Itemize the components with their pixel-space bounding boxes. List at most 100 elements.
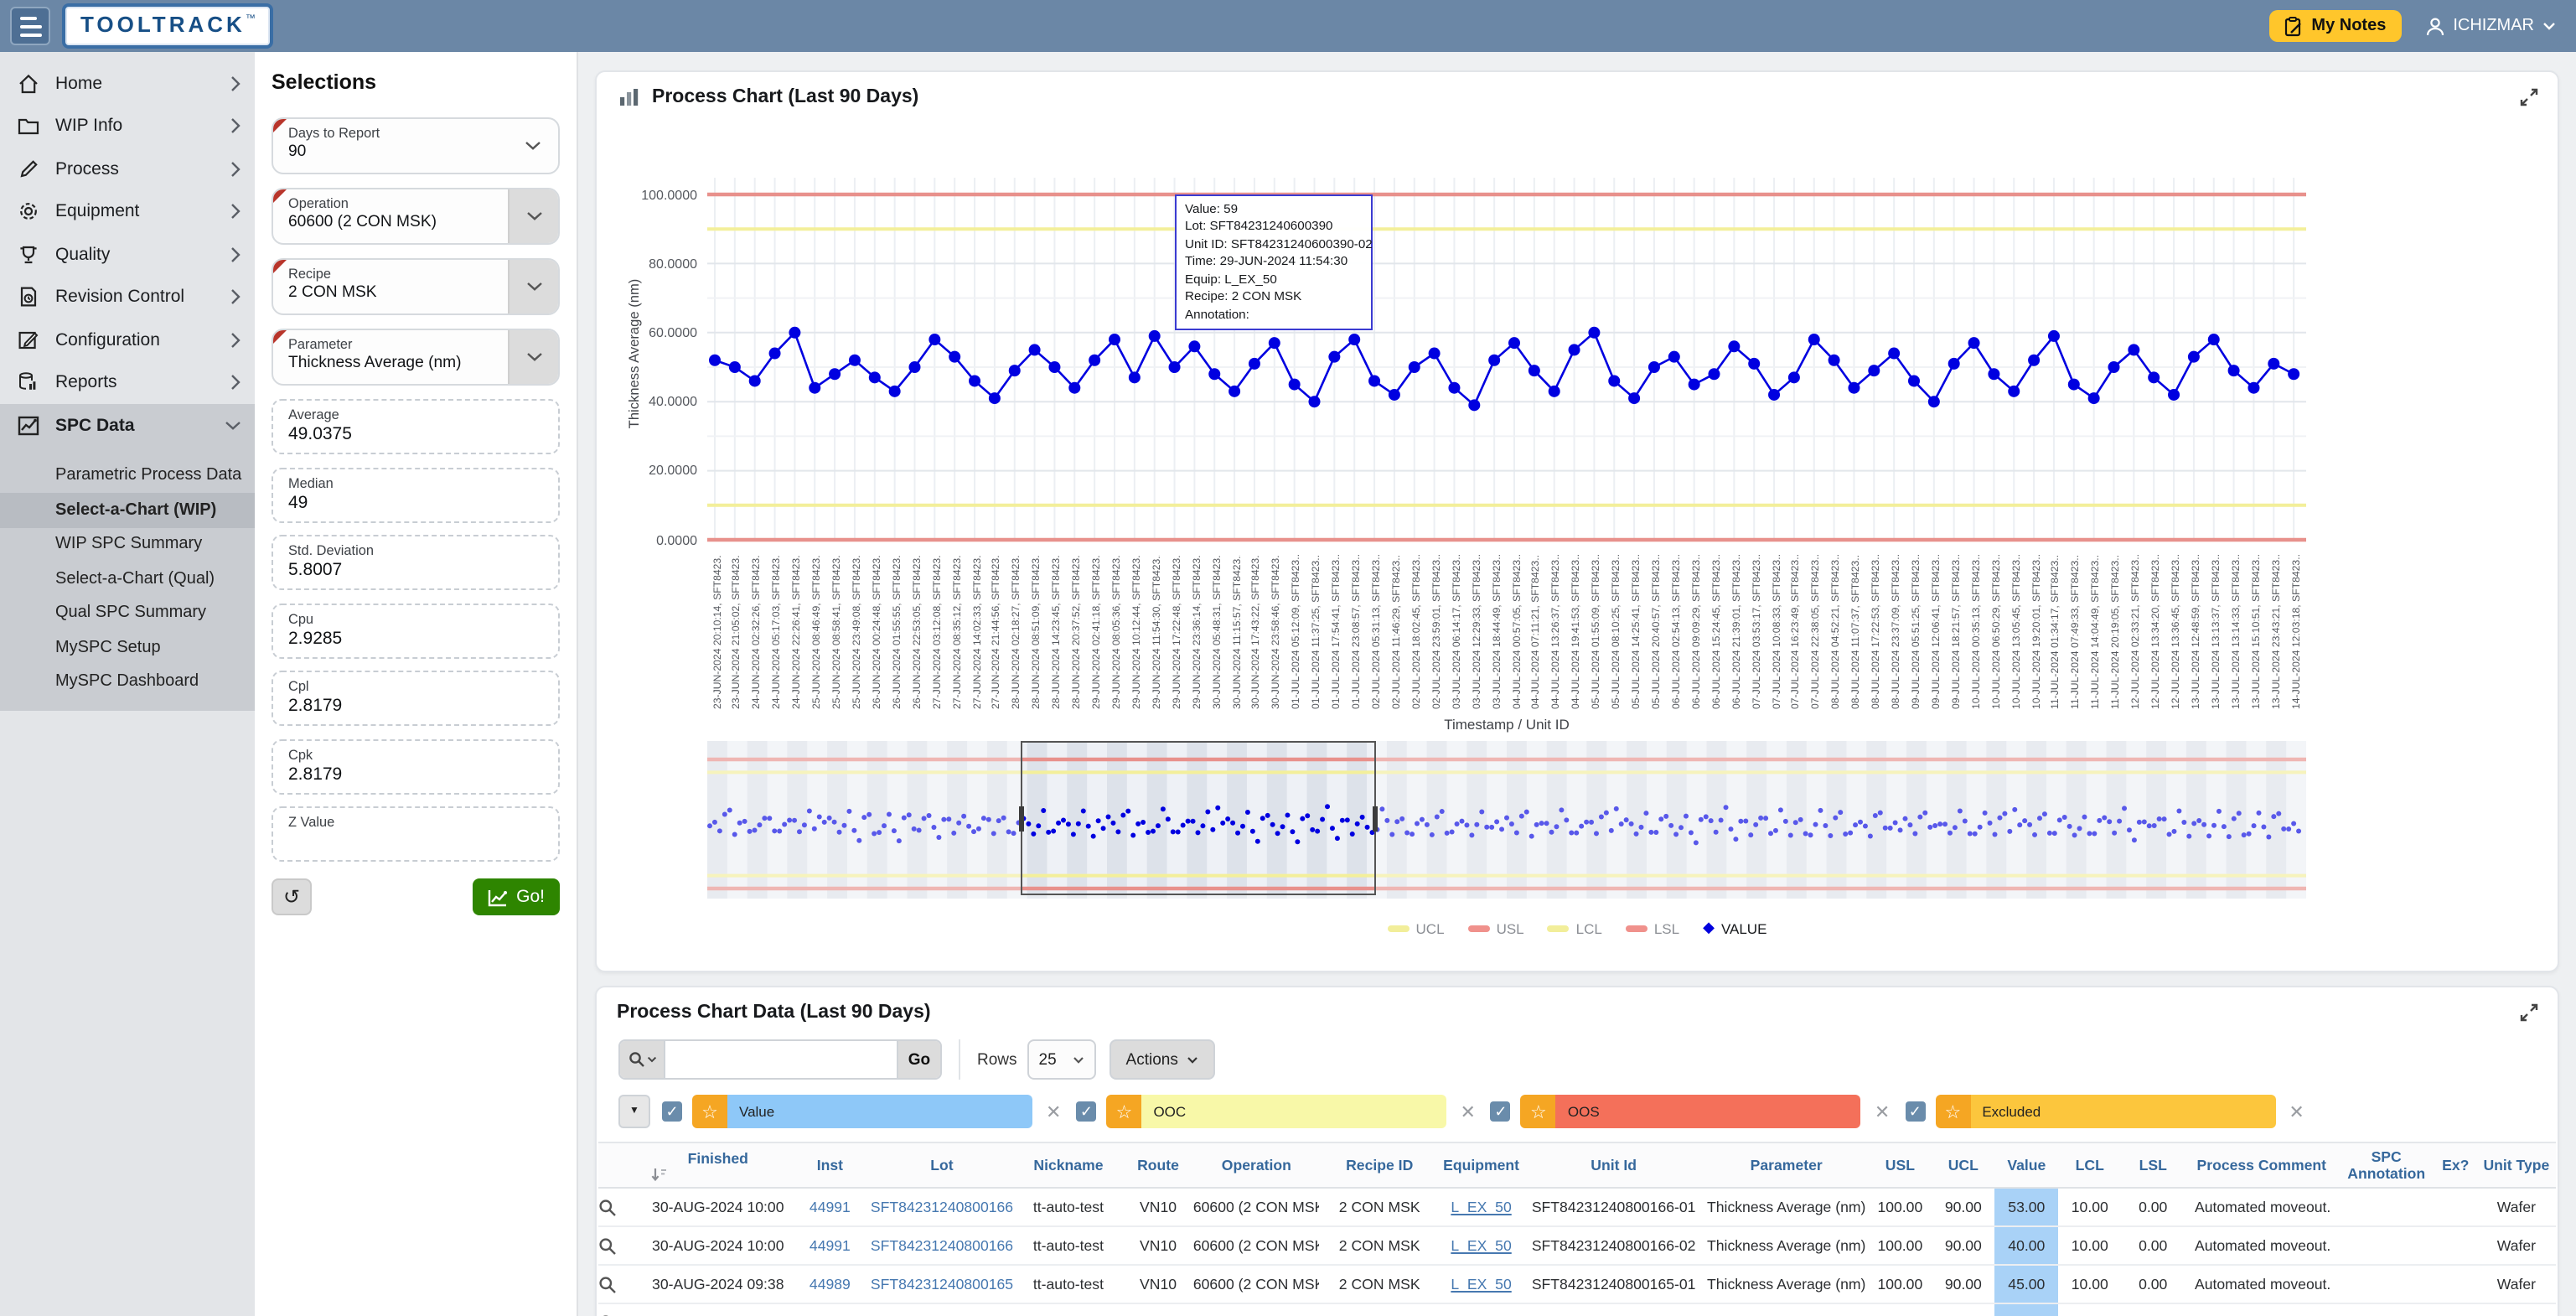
- legend-item-lcl[interactable]: LCL: [1548, 920, 1602, 936]
- spc-chart-plot[interactable]: [707, 161, 2306, 550]
- column-header-nickname[interactable]: Nickname: [1014, 1142, 1124, 1188]
- cell-equipment[interactable]: L_EX_50: [1440, 1265, 1523, 1303]
- filters-menu-button[interactable]: ▼: [618, 1095, 650, 1128]
- sidebar-item-wip-spc-summary[interactable]: WIP SPC Summary: [0, 527, 255, 562]
- sidebar-item-select-a-chart-wip[interactable]: Select-a-Chart (WIP): [0, 493, 255, 527]
- cell-lot[interactable]: SFT84231240800166: [870, 1226, 1013, 1265]
- column-header-lcl[interactable]: LCL: [2058, 1142, 2121, 1188]
- filter-checkbox-value[interactable]: ✓: [662, 1101, 682, 1122]
- hamburger-menu-icon[interactable]: [10, 7, 50, 45]
- column-header-spc-annotation[interactable]: SPC Annotation: [2339, 1142, 2434, 1188]
- row-detail-button[interactable]: [598, 1188, 646, 1226]
- chart-navigator[interactable]: [707, 741, 2306, 899]
- line-swatch-icon: [1468, 925, 1490, 931]
- legend-item-usl[interactable]: USL: [1468, 920, 1524, 936]
- column-header-inst[interactable]: Inst: [789, 1142, 870, 1188]
- column-header-search[interactable]: [598, 1142, 646, 1188]
- row-detail-button[interactable]: [598, 1226, 646, 1265]
- filter-chip-excluded[interactable]: ☆Excluded: [1935, 1095, 2275, 1128]
- legend-item-value[interactable]: ◆VALUE: [1703, 919, 1766, 937]
- column-header-usl[interactable]: USL: [1869, 1142, 1932, 1188]
- chevron-down-icon: [525, 352, 542, 362]
- column-header-value[interactable]: Value: [1995, 1142, 2058, 1188]
- column-header-ex[interactable]: Ex?: [2434, 1142, 2477, 1188]
- cell-equipment[interactable]: L_EX_50: [1440, 1226, 1523, 1265]
- remove-filter-icon[interactable]: ✕: [2285, 1101, 2307, 1122]
- column-header-process-comment[interactable]: Process Comment: [2185, 1142, 2339, 1188]
- rows-per-page-select[interactable]: 25: [1027, 1039, 1096, 1080]
- cell-lot[interactable]: SFT84231240800165: [870, 1303, 1013, 1316]
- cell-lot[interactable]: SFT84231240800166: [870, 1188, 1013, 1226]
- days-to-report-dropdown[interactable]: Days to Report90: [272, 117, 560, 174]
- expand-chart-icon[interactable]: [2519, 87, 2539, 107]
- search-options-button[interactable]: [620, 1041, 665, 1078]
- filter-chip-value[interactable]: ☆Value: [692, 1095, 1032, 1128]
- sidebar-item-revision-control[interactable]: Revision Control: [0, 276, 255, 319]
- reset-button[interactable]: ↺: [272, 878, 312, 915]
- remove-filter-icon[interactable]: ✕: [1042, 1101, 1064, 1122]
- navigator-selection-window[interactable]: [1021, 741, 1376, 895]
- legend-item-ucl[interactable]: UCL: [1388, 920, 1445, 936]
- sidebar-item-equipment[interactable]: Equipment: [0, 190, 255, 233]
- filter-checkbox-excluded[interactable]: ✓: [1905, 1101, 1925, 1122]
- sidebar-item-home[interactable]: Home: [0, 62, 255, 105]
- row-detail-button[interactable]: [598, 1265, 646, 1303]
- search-go-button[interactable]: Go: [897, 1041, 940, 1078]
- row-search-icon[interactable]: [598, 1236, 617, 1255]
- row-detail-button[interactable]: [598, 1303, 646, 1316]
- cell-finished: 30-AUG-2024 10:00: [646, 1226, 789, 1265]
- legend-item-lsl[interactable]: LSL: [1626, 920, 1679, 936]
- cell-route: VN10: [1123, 1303, 1193, 1316]
- column-header-equipment[interactable]: Equipment: [1440, 1142, 1523, 1188]
- actions-button[interactable]: Actions: [1110, 1039, 1215, 1080]
- expand-table-icon[interactable]: [2519, 1003, 2539, 1023]
- filter-chip-oos[interactable]: ☆OOS: [1521, 1095, 1861, 1128]
- column-header-unit-type[interactable]: Unit Type: [2477, 1142, 2556, 1188]
- column-header-route[interactable]: Route: [1123, 1142, 1193, 1188]
- filter-chip-ooc[interactable]: ☆OOC: [1106, 1095, 1446, 1128]
- cell-equipment[interactable]: L_EX_50: [1440, 1188, 1523, 1226]
- column-header-unit-id[interactable]: Unit Id: [1523, 1142, 1704, 1188]
- column-header-lsl[interactable]: LSL: [2122, 1142, 2185, 1188]
- cell-ex: [2434, 1188, 2477, 1226]
- row-search-icon[interactable]: [598, 1275, 617, 1293]
- sidebar-item-quality[interactable]: Quality: [0, 233, 255, 276]
- sidebar-item-select-a-chart-qual[interactable]: Select-a-Chart (Qual): [0, 562, 255, 596]
- sidebar-item-myspc-dashboard[interactable]: MySPC Dashboard: [0, 665, 255, 699]
- cell-inst[interactable]: 44991: [789, 1226, 870, 1265]
- sidebar-item-reports[interactable]: Reports: [0, 361, 255, 404]
- sidebar-item-qual-spc-summary[interactable]: Qual SPC Summary: [0, 596, 255, 630]
- operation-dropdown[interactable]: Operation60600 (2 CON MSK): [272, 188, 560, 245]
- sidebar-item-wip-info[interactable]: WIP Info: [0, 105, 255, 148]
- sidebar-item-parametric-process-data[interactable]: Parametric Process Data: [0, 459, 255, 493]
- my-notes-button[interactable]: My Notes: [2269, 10, 2401, 42]
- x-tick-label: 12-JUL-2024 13:36:45, SFT8423...: [2170, 555, 2182, 709]
- cell-inst[interactable]: 44989: [789, 1265, 870, 1303]
- sidebar-item-spc-data[interactable]: SPC Data: [0, 404, 255, 447]
- column-header-recipe-id[interactable]: Recipe ID: [1320, 1142, 1440, 1188]
- table-toolbar: Go Rows 25 Actions: [618, 1039, 2537, 1080]
- search-input[interactable]: [665, 1041, 897, 1078]
- recipe-dropdown[interactable]: Recipe2 CON MSK: [272, 258, 560, 315]
- sidebar-item-configuration[interactable]: Configuration: [0, 319, 255, 361]
- filter-checkbox-oos[interactable]: ✓: [1491, 1101, 1511, 1122]
- filter-checkbox-ooc[interactable]: ✓: [1076, 1101, 1096, 1122]
- cell-inst[interactable]: 44989: [789, 1303, 870, 1316]
- user-menu[interactable]: ICHIZMAR: [2424, 16, 2556, 36]
- go-button[interactable]: Go!: [473, 878, 560, 915]
- column-header-lot[interactable]: Lot: [870, 1142, 1013, 1188]
- remove-filter-icon[interactable]: ✕: [1871, 1101, 1893, 1122]
- cell-lot[interactable]: SFT84231240800165: [870, 1265, 1013, 1303]
- cell-equipment[interactable]: L_EX_50: [1440, 1303, 1523, 1316]
- remove-filter-icon[interactable]: ✕: [1456, 1101, 1478, 1122]
- parameter-dropdown[interactable]: ParameterThickness Average (nm): [272, 329, 560, 386]
- column-header-parameter[interactable]: Parameter: [1704, 1142, 1869, 1188]
- cell-inst[interactable]: 44991: [789, 1188, 870, 1226]
- sidebar-item-process[interactable]: Process: [0, 148, 255, 190]
- row-search-icon[interactable]: [598, 1198, 617, 1216]
- column-header-finished[interactable]: Finished: [646, 1142, 789, 1188]
- sidebar-item-myspc-setup[interactable]: MySPC Setup: [0, 630, 255, 665]
- column-header-operation[interactable]: Operation: [1193, 1142, 1320, 1188]
- cell-ex: [2434, 1265, 2477, 1303]
- column-header-ucl[interactable]: UCL: [1932, 1142, 1994, 1188]
